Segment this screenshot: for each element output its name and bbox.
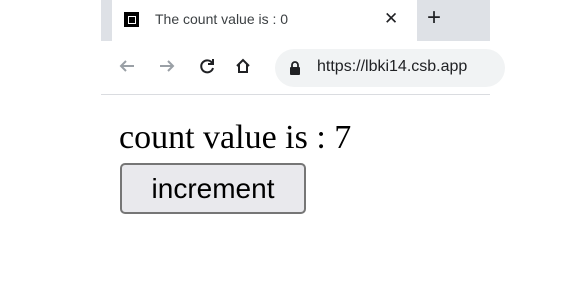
browser-toolbar: https://lbki14.csb.app (101, 41, 505, 95)
favicon-icon (124, 12, 139, 27)
count-display: count value is : 7 (119, 119, 352, 156)
reload-icon[interactable] (194, 53, 220, 79)
back-icon[interactable] (114, 53, 140, 79)
url-text[interactable]: https://lbki14.csb.app (317, 58, 467, 76)
home-icon[interactable] (230, 53, 256, 79)
tab-strip: The count value is : 0 ✕ + (101, 0, 490, 41)
address-bar[interactable]: https://lbki14.csb.app (275, 49, 505, 87)
close-tab-icon[interactable]: ✕ (384, 9, 398, 29)
browser-window: The count value is : 0 ✕ + https://lbki1… (101, 0, 505, 95)
increment-button[interactable]: increment (120, 163, 306, 214)
forward-icon[interactable] (154, 53, 180, 79)
new-tab-button[interactable]: + (427, 6, 441, 30)
tab-title: The count value is : 0 (155, 11, 289, 27)
lock-icon[interactable] (289, 61, 301, 80)
app-content: count value is : 7 increment (119, 119, 352, 214)
tab-active[interactable]: The count value is : 0 ✕ (112, 0, 417, 41)
